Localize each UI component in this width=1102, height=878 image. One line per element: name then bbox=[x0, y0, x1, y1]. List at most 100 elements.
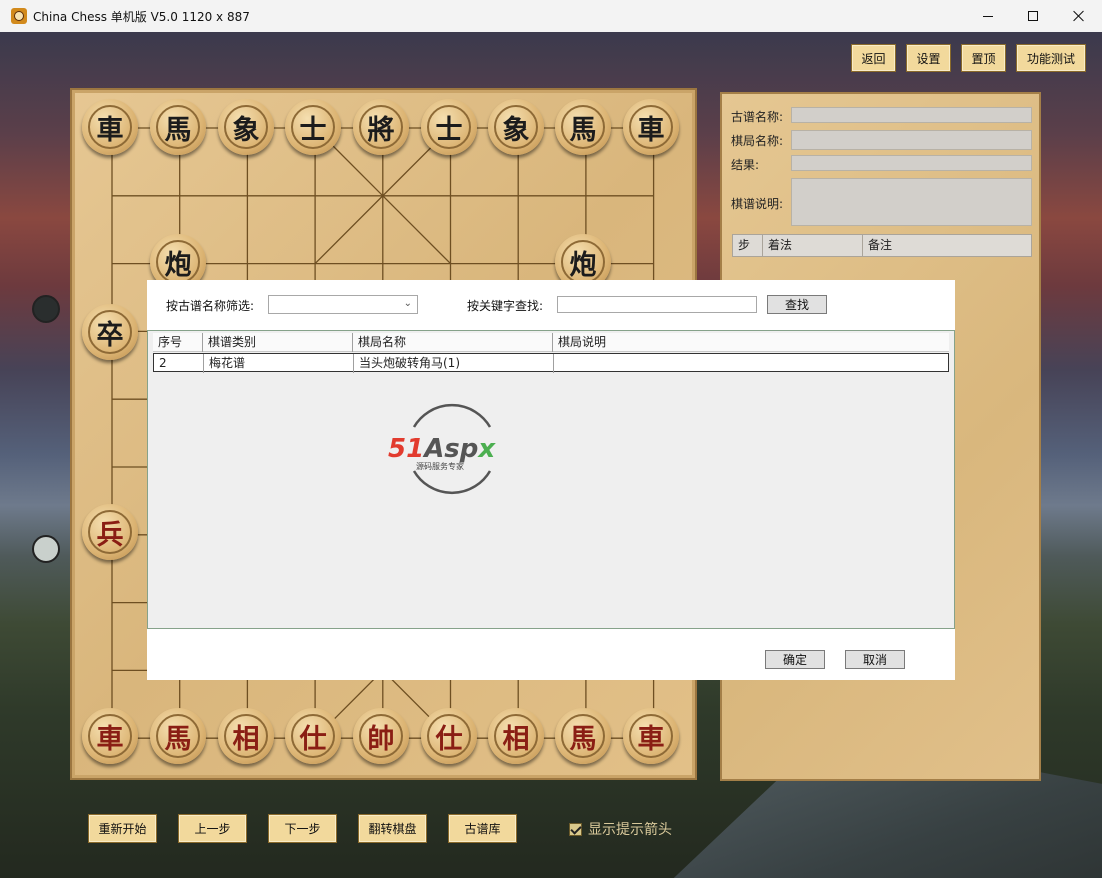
red-turn-indicator bbox=[32, 535, 60, 563]
result-label: 结果: bbox=[731, 158, 760, 172]
maximize-icon bbox=[1028, 11, 1038, 21]
black-piece-glyph: 將 bbox=[359, 105, 403, 149]
black-piece[interactable]: 車 bbox=[623, 99, 679, 155]
description-label: 棋谱说明: bbox=[731, 197, 784, 211]
red-piece-glyph: 車 bbox=[629, 714, 673, 758]
manual-name-label: 古谱名称: bbox=[731, 110, 784, 124]
black-piece[interactable]: 將 bbox=[353, 99, 409, 155]
black-piece[interactable]: 士 bbox=[421, 99, 477, 155]
maximize-button[interactable] bbox=[1010, 0, 1056, 32]
moves-table-header: 步 着法 备注 bbox=[732, 234, 1032, 257]
red-piece-glyph: 帥 bbox=[359, 714, 403, 758]
close-button[interactable] bbox=[1056, 0, 1102, 32]
watermark-brand: 51Aspx bbox=[388, 434, 496, 464]
red-piece[interactable]: 相 bbox=[218, 708, 274, 764]
function-test-button[interactable]: 功能测试 bbox=[1016, 44, 1086, 72]
black-turn-indicator bbox=[32, 295, 60, 323]
watermark-logo: 51Aspx 源码服务专家 bbox=[388, 404, 496, 494]
cell-category: 梅花谱 bbox=[204, 354, 354, 373]
red-piece[interactable]: 車 bbox=[623, 708, 679, 764]
black-piece-glyph: 車 bbox=[629, 105, 673, 149]
col-category: 棋谱类别 bbox=[203, 333, 353, 352]
filter-select[interactable]: ⌄ bbox=[268, 295, 418, 314]
prev-move-button[interactable]: 上一步 bbox=[178, 814, 247, 843]
black-soldier-piece-glyph: 卒 bbox=[88, 310, 132, 354]
game-name-field[interactable] bbox=[791, 130, 1032, 150]
red-piece-glyph: 馬 bbox=[156, 714, 200, 758]
black-piece-glyph: 士 bbox=[291, 105, 335, 149]
cell-index: 2 bbox=[154, 354, 204, 373]
moves-col-note: 备注 bbox=[868, 238, 893, 252]
close-icon bbox=[1073, 10, 1085, 22]
table-header: 序号 棋谱类别 棋局名称 棋局说明 bbox=[153, 333, 949, 352]
chevron-down-icon: ⌄ bbox=[403, 298, 412, 309]
cell-description bbox=[554, 354, 948, 373]
red-piece-glyph: 相 bbox=[494, 714, 538, 758]
show-arrow-option[interactable]: 显示提示箭头 bbox=[569, 819, 672, 839]
black-piece[interactable]: 士 bbox=[285, 99, 341, 155]
minimize-button[interactable] bbox=[965, 0, 1011, 32]
minimize-icon bbox=[983, 15, 993, 17]
title-bar: China Chess 单机版 V5.0 1120 x 887 bbox=[0, 0, 1102, 32]
filter-label: 按古谱名称筛选: bbox=[166, 299, 255, 313]
black-piece-glyph: 馬 bbox=[561, 105, 605, 149]
red-piece[interactable]: 車 bbox=[82, 708, 138, 764]
back-button[interactable]: 返回 bbox=[851, 44, 896, 72]
black-piece-glyph: 象 bbox=[494, 105, 538, 149]
col-description: 棋局说明 bbox=[558, 335, 607, 349]
app-icon bbox=[11, 8, 27, 24]
description-field[interactable] bbox=[791, 178, 1032, 226]
keyword-input[interactable] bbox=[557, 296, 757, 313]
keyword-label: 按关键字查找: bbox=[467, 299, 544, 313]
moves-col-step: 步 bbox=[733, 235, 763, 256]
find-button[interactable]: 查找 bbox=[767, 295, 827, 314]
black-piece[interactable]: 車 bbox=[82, 99, 138, 155]
pin-button[interactable]: 置顶 bbox=[961, 44, 1006, 72]
flip-board-button[interactable]: 翻转棋盘 bbox=[358, 814, 427, 843]
red-piece[interactable]: 帥 bbox=[353, 708, 409, 764]
red-soldier-piece[interactable]: 兵 bbox=[82, 504, 138, 560]
black-soldier-piece[interactable]: 卒 bbox=[82, 304, 138, 360]
red-piece-glyph: 仕 bbox=[427, 714, 471, 758]
black-piece-glyph: 馬 bbox=[156, 105, 200, 149]
window-title: China Chess 单机版 V5.0 1120 x 887 bbox=[33, 9, 250, 24]
restart-button[interactable]: 重新开始 bbox=[88, 814, 157, 843]
red-piece[interactable]: 馬 bbox=[555, 708, 611, 764]
black-piece[interactable]: 象 bbox=[488, 99, 544, 155]
black-piece-glyph: 士 bbox=[427, 105, 471, 149]
settings-button[interactable]: 设置 bbox=[906, 44, 951, 72]
next-move-button[interactable]: 下一步 bbox=[268, 814, 337, 843]
col-game-name: 棋局名称 bbox=[353, 333, 553, 352]
col-index: 序号 bbox=[153, 333, 203, 352]
red-piece-glyph: 相 bbox=[224, 714, 268, 758]
red-piece-glyph: 仕 bbox=[291, 714, 335, 758]
black-piece[interactable]: 馬 bbox=[150, 99, 206, 155]
ok-button[interactable]: 确定 bbox=[765, 650, 825, 669]
red-soldier-piece-glyph: 兵 bbox=[88, 510, 132, 554]
black-piece-glyph: 車 bbox=[88, 105, 132, 149]
moves-col-move: 着法 bbox=[763, 235, 863, 256]
manual-table: 序号 棋谱类别 棋局名称 棋局说明 2 梅花谱 当头炮破转角马(1) 51Asp… bbox=[147, 330, 955, 629]
red-piece[interactable]: 仕 bbox=[421, 708, 477, 764]
cell-game-name: 当头炮破转角马(1) bbox=[354, 354, 554, 373]
red-piece-glyph: 車 bbox=[88, 714, 132, 758]
black-cannon-piece-glyph: 炮 bbox=[561, 240, 605, 284]
black-cannon-piece-glyph: 炮 bbox=[156, 240, 200, 284]
red-piece[interactable]: 馬 bbox=[150, 708, 206, 764]
black-piece[interactable]: 馬 bbox=[555, 99, 611, 155]
watermark-tagline: 源码服务专家 bbox=[416, 461, 464, 471]
result-field[interactable] bbox=[791, 155, 1032, 171]
red-piece-glyph: 馬 bbox=[561, 714, 605, 758]
red-piece[interactable]: 仕 bbox=[285, 708, 341, 764]
red-piece[interactable]: 相 bbox=[488, 708, 544, 764]
show-arrow-checkbox[interactable] bbox=[569, 822, 582, 836]
black-piece[interactable]: 象 bbox=[218, 99, 274, 155]
show-arrow-label: 显示提示箭头 bbox=[588, 822, 672, 838]
black-piece-glyph: 象 bbox=[224, 105, 268, 149]
cancel-button[interactable]: 取消 bbox=[845, 650, 905, 669]
game-name-label: 棋局名称: bbox=[731, 134, 784, 148]
manual-library-button[interactable]: 古谱库 bbox=[448, 814, 517, 843]
manual-name-field[interactable] bbox=[791, 107, 1032, 123]
table-row[interactable]: 2 梅花谱 当头炮破转角马(1) bbox=[153, 353, 949, 373]
manual-library-dialog: 按古谱名称筛选: ⌄ 按关键字查找: 查找 序号 棋谱类别 棋局名称 棋局说明 … bbox=[147, 280, 955, 680]
